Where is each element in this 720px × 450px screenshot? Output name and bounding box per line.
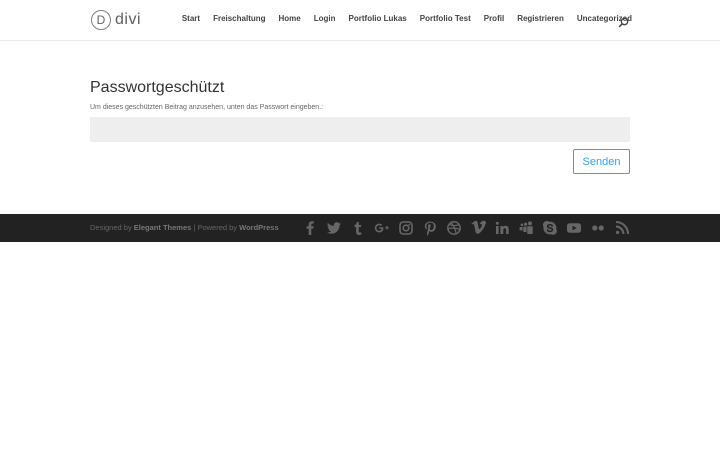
flickr-icon[interactable] [590, 220, 606, 236]
credits-designed-by: Designed by [90, 223, 132, 232]
credits-separator: | Powered by [193, 223, 238, 232]
linkedin-icon[interactable] [494, 220, 510, 236]
instagram-icon[interactable] [398, 220, 414, 236]
nav-item-registrieren[interactable]: Registrieren [517, 14, 564, 23]
nav-item-portfolio-test[interactable]: Portfolio Test [420, 14, 471, 23]
submit-button[interactable]: Senden [573, 149, 630, 174]
credits-theme-link[interactable]: Elegant Themes [134, 223, 192, 232]
facebook-icon[interactable] [302, 220, 318, 236]
social-icons [302, 220, 630, 236]
page-title: Passwortgeschützt [90, 79, 225, 96]
site-footer: Designed by Elegant Themes | Powered by … [0, 214, 720, 242]
logo-letter: D [96, 13, 106, 27]
vimeo-icon[interactable] [470, 220, 486, 236]
rss-icon[interactable] [614, 220, 630, 236]
dribbble-icon[interactable] [446, 220, 462, 236]
nav-item-home[interactable]: Home [279, 14, 301, 23]
logo[interactable]: D divi [91, 9, 141, 31]
footer-credits: Designed by Elegant Themes | Powered by … [90, 223, 279, 232]
google-plus-icon[interactable] [374, 220, 390, 236]
myspace-icon[interactable] [518, 220, 534, 236]
main-nav: Start Freischaltung Home Login Portfolio… [182, 14, 632, 23]
password-form: Passwortgeschützt Um dieses geschützten … [90, 78, 630, 174]
nav-item-start[interactable]: Start [182, 14, 200, 23]
password-input[interactable] [90, 117, 630, 142]
nav-item-freischaltung[interactable]: Freischaltung [213, 14, 265, 23]
skype-icon[interactable] [542, 220, 558, 236]
nav-item-portfolio-lukas[interactable]: Portfolio Lukas [349, 14, 407, 23]
nav-item-login[interactable]: Login [314, 14, 336, 23]
password-hint: Um dieses geschützten Beitrag anzusehen,… [90, 104, 324, 111]
youtube-icon[interactable] [566, 220, 582, 236]
credits-platform-link[interactable]: WordPress [239, 223, 278, 232]
twitter-icon[interactable] [326, 220, 342, 236]
pinterest-icon[interactable] [422, 220, 438, 236]
site-header: D divi Start Freischaltung Home Login Po… [0, 0, 720, 40]
search-icon[interactable] [618, 15, 629, 28]
nav-item-profil[interactable]: Profil [484, 14, 504, 23]
logo-text: divi [115, 11, 142, 28]
logo-mark: D [91, 10, 111, 30]
tumblr-icon[interactable] [350, 220, 366, 236]
